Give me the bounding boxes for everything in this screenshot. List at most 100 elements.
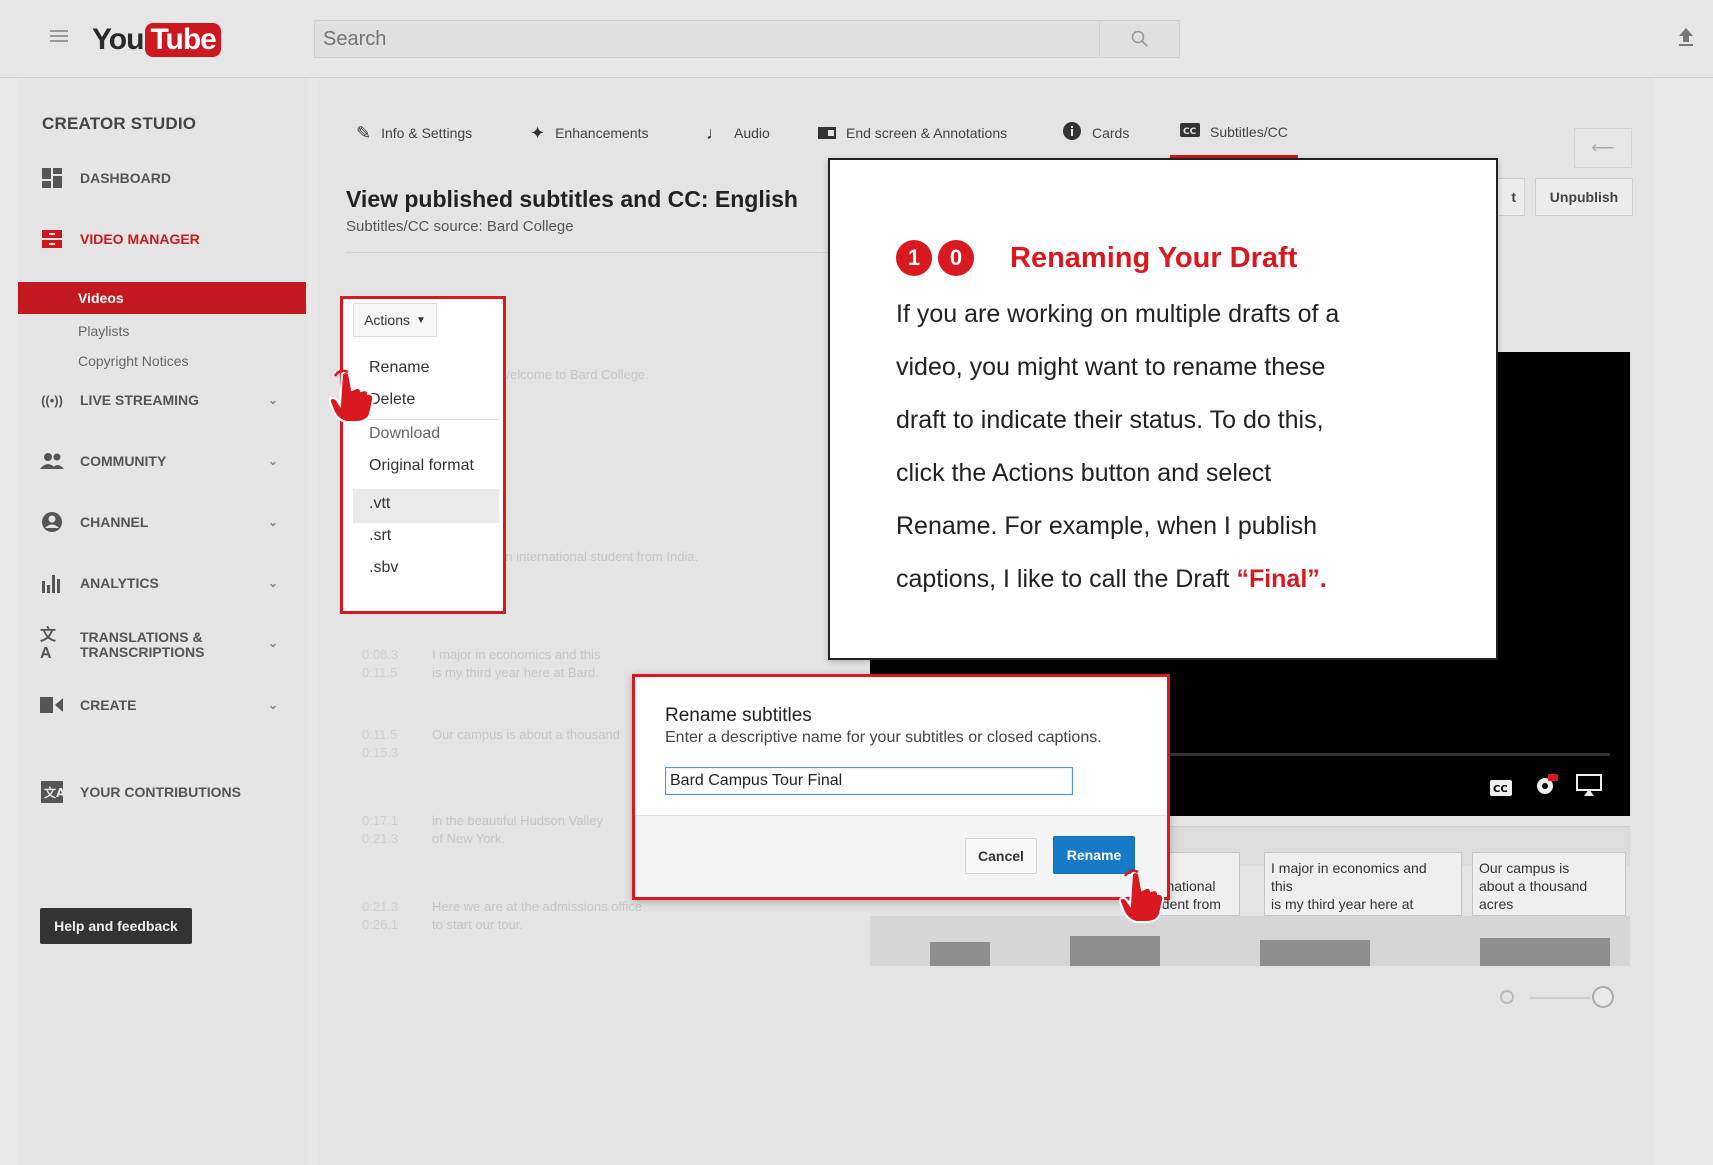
chevron-down-icon[interactable]: ⌄ — [268, 454, 278, 468]
svg-text:CC: CC — [1493, 784, 1508, 795]
sidebar-item-translations[interactable]: 文A TRANSLATIONS & TRANSCRIPTIONS ⌄ — [40, 627, 300, 662]
top-bar: You Tube — [0, 0, 1713, 78]
chevron-down-icon[interactable]: ⌄ — [268, 698, 278, 712]
subtitle-row[interactable]: an international student from India. — [498, 548, 778, 566]
tab-bar: ✎ Info & Settings ✦ Enhancements ♩ Audio En… — [318, 108, 1653, 168]
menu-item-vtt[interactable]: .vtt — [369, 495, 390, 513]
sidebar-label-live-streaming: LIVE STREAMING — [80, 392, 200, 408]
menu-item-sbv[interactable]: .sbv — [369, 559, 398, 577]
help-feedback-button[interactable]: Help and feedback — [40, 908, 192, 944]
sidebar-label-translations-line1: TRANSLATIONS & — [80, 629, 203, 645]
dashboard-icon — [40, 166, 64, 190]
waveform-segment — [1480, 938, 1610, 966]
subtitle-text: Here we are at the admissions office to … — [432, 899, 643, 932]
sidebar-item-channel[interactable]: CHANNEL ⌄ — [40, 510, 300, 534]
sidebar-sub-playlists[interactable]: Playlists — [78, 323, 129, 339]
menu-separator — [353, 419, 499, 420]
divider — [346, 252, 866, 253]
waveform-segment — [1260, 940, 1370, 966]
hand-pointer-icon — [328, 369, 374, 423]
step-number: 1 0 — [896, 240, 980, 276]
zoom-out-icon[interactable] — [1500, 990, 1514, 1004]
sidebar-item-analytics[interactable]: ANALYTICS ⌄ — [40, 571, 300, 595]
sidebar-item-contributions[interactable]: 文A YOUR CONTRIBUTIONS — [40, 780, 300, 804]
menu-item-delete[interactable]: Delete — [369, 391, 415, 409]
back-arrow-icon: ⟵ — [1591, 140, 1615, 157]
cc-toggle-icon[interactable]: CC — [1490, 779, 1512, 802]
info-icon — [1062, 121, 1082, 146]
page-subtitle: Subtitles/CC source: Bard College — [346, 218, 574, 235]
search-input[interactable] — [315, 21, 1095, 57]
settings-gear-icon[interactable] — [1534, 774, 1558, 802]
caret-down-icon: ▼ — [416, 314, 426, 326]
caption-segment[interactable]: I major in economics and this is my thir… — [1264, 852, 1462, 916]
sidebar-label-translations-line2: TRANSCRIPTIONS — [80, 644, 205, 660]
zoom-knob[interactable] — [1592, 986, 1614, 1008]
sidebar-item-dashboard[interactable]: DASHBOARD — [40, 166, 300, 190]
chevron-down-icon[interactable]: ⌄ — [268, 576, 278, 590]
waveform-segment — [930, 942, 990, 966]
airplay-icon[interactable] — [1576, 774, 1602, 802]
chevron-down-icon[interactable]: ⌄ — [268, 636, 278, 650]
sidebar-sub-videos[interactable]: Videos — [18, 282, 306, 314]
tab-label: Audio — [734, 125, 770, 141]
tab-audio[interactable]: ♩ Audio — [706, 108, 770, 158]
youtube-logo[interactable]: You Tube — [92, 22, 221, 58]
waveform-segment — [1070, 936, 1160, 966]
back-button[interactable]: ⟵ — [1574, 128, 1632, 168]
tab-info-settings[interactable]: ✎ Info & Settings — [356, 108, 472, 158]
caption-line: this — [1271, 878, 1293, 894]
subtitle-timecode: 0:08.3 0:11.5 — [362, 647, 399, 680]
channel-icon — [40, 510, 64, 534]
tab-subtitles-cc[interactable]: CC Subtitles/CC — [1170, 108, 1298, 158]
sidebar-item-live-streaming[interactable]: ((•)) LIVE STREAMING ⌄ — [40, 388, 300, 412]
callout-line: click the Actions button and select — [896, 459, 1272, 487]
menu-item-original-format[interactable]: Original format — [369, 457, 474, 475]
sidebar-label-create: CREATE — [80, 697, 137, 713]
chevron-down-icon[interactable]: ⌄ — [268, 393, 278, 407]
actions-menu-highlight: Actions ▼ Rename Delete Download Original… — [340, 296, 506, 614]
sidebar: CREATOR STUDIO DASHBOARD VIDEO MANAGER V… — [18, 78, 308, 1165]
tab-cards[interactable]: Cards — [1062, 108, 1129, 158]
hand-pointer-icon — [1118, 869, 1164, 923]
caption-line: acres — [1479, 896, 1514, 912]
rename-dialog: Rename subtitles Enter a descriptive nam… — [632, 674, 1170, 900]
tab-end-screen[interactable]: End screen & Annotations — [818, 108, 1007, 158]
sidebar-item-community[interactable]: COMMUNITY ⌄ — [40, 449, 300, 473]
unpublish-button[interactable]: Unpublish — [1535, 178, 1633, 216]
sidebar-label-community: COMMUNITY — [80, 453, 167, 469]
step-digit: 0 — [938, 240, 974, 276]
pencil-icon: ✎ — [356, 122, 372, 143]
svg-text:CC: CC — [1183, 127, 1197, 137]
subtitle-row[interactable]: Welcome to Bard College. — [498, 366, 778, 384]
callout-line: captions, I like to call the Draft “Fina… — [896, 553, 1456, 606]
zoom-slider[interactable] — [1500, 986, 1620, 1008]
contributions-icon: 文A — [40, 780, 64, 804]
upload-icon[interactable] — [1676, 26, 1696, 48]
callout-line-text: captions, I like to call the Draft — [896, 565, 1237, 593]
tab-enhancements[interactable]: ✦ Enhancements — [530, 108, 649, 158]
subtitle-row[interactable]: 0:21.3 0:26.1 Here we are at the admissio… — [362, 898, 712, 934]
actions-button[interactable]: Actions ▼ — [353, 303, 437, 337]
music-note-icon: ♩ — [706, 122, 724, 143]
menu-item-rename[interactable]: Rename — [369, 359, 429, 377]
cancel-button[interactable]: Cancel — [965, 838, 1037, 874]
menu-item-srt[interactable]: .srt — [369, 527, 391, 545]
sidebar-label-translations: TRANSLATIONS & TRANSCRIPTIONS — [80, 630, 204, 660]
analytics-icon — [40, 571, 64, 595]
sidebar-item-create[interactable]: CREATE ⌄ — [40, 693, 300, 717]
search-icon — [1131, 30, 1148, 47]
dialog-footer: Cancel Rename — [635, 815, 1167, 897]
tab-label: Cards — [1092, 125, 1130, 141]
chevron-down-icon[interactable]: ⌄ — [268, 515, 278, 529]
hamburger-menu-icon[interactable] — [50, 30, 68, 42]
search-button[interactable] — [1099, 21, 1179, 57]
menu-item-download: Download — [369, 425, 441, 442]
tab-label: Info & Settings — [381, 125, 473, 141]
rename-input[interactable] — [665, 767, 1073, 795]
callout-line: If you are working on multiple drafts of… — [896, 300, 1340, 328]
sidebar-item-video-manager[interactable]: VIDEO MANAGER — [40, 227, 300, 251]
community-icon — [40, 449, 64, 473]
caption-segment[interactable]: Our campus is about a thousand acres — [1472, 852, 1626, 916]
sidebar-sub-copyright[interactable]: Copyright Notices — [78, 353, 189, 369]
